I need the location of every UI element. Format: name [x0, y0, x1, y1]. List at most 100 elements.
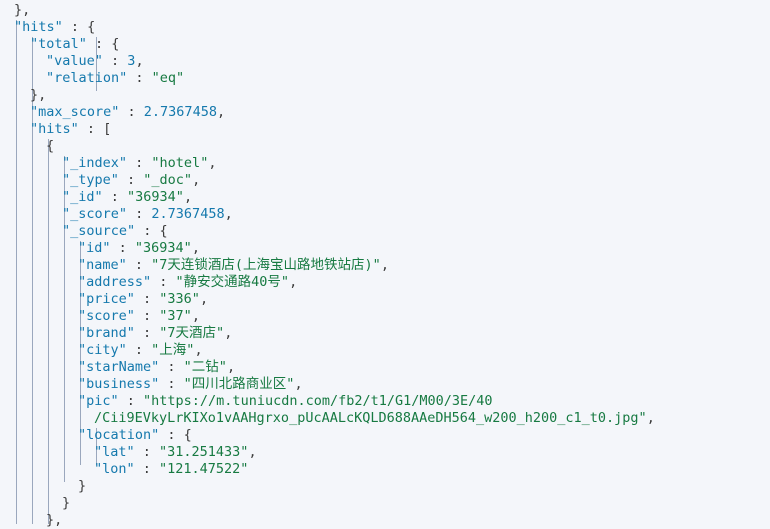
json-punctuation: : { [135, 223, 168, 239]
json-line: "location" : { [0, 427, 770, 444]
json-line: }, [0, 2, 770, 19]
json-line: "score" : "37", [0, 308, 770, 325]
json-punctuation: : [102, 189, 128, 205]
json-line: }, [0, 512, 770, 529]
json-punctuation: : { [159, 427, 192, 443]
json-punctuation: : [127, 206, 152, 222]
json-punctuation: : [134, 308, 160, 324]
json-line: "brand" : "7天酒店", [0, 325, 770, 342]
json-punctuation: , [194, 342, 203, 358]
json-punctuation: , [191, 308, 200, 324]
json-string-value: "二钻" [183, 359, 227, 375]
json-key: "brand" [78, 325, 135, 341]
json-key: "_type" [62, 172, 119, 188]
json-string-value: "hotel" [151, 155, 209, 171]
json-line: "hits" : [ [0, 121, 770, 138]
json-line: "pic" : "https://m.tuniucdn.com/fb2/t1/G… [0, 393, 770, 410]
json-punctuation: , [183, 189, 193, 205]
json-punctuation: : { [62, 19, 96, 35]
json-line: "_index" : "hotel", [0, 155, 770, 172]
json-punctuation: , [191, 240, 200, 256]
json-key: "_score" [62, 206, 128, 222]
json-string-value: "31.251433" [159, 444, 249, 460]
json-punctuation: , [208, 155, 217, 171]
json-key: "_index" [62, 155, 128, 171]
json-punctuation: } [78, 478, 87, 494]
json-line: "lon" : "121.47522" [0, 461, 770, 478]
json-punctuation: : [126, 257, 152, 273]
json-line: "value" : 3, [0, 53, 770, 70]
json-punctuation: : [119, 104, 144, 120]
json-key: "city" [78, 342, 127, 358]
json-string-value: "336" [159, 291, 200, 307]
json-punctuation: : [118, 393, 144, 409]
json-key: "hits" [30, 121, 79, 137]
json-string-value: "静安交通路40号" [175, 274, 290, 290]
json-line: { [0, 138, 770, 155]
json-string-value: "36934" [127, 189, 184, 205]
json-line: /Cii9EVkyLrKIXo1vAAHgrxo_pUcAALcKQLD688A… [0, 410, 770, 427]
json-key: "id" [78, 240, 111, 256]
json-string-value: "_doc" [143, 172, 193, 188]
json-punctuation: : [134, 291, 160, 307]
json-punctuation: : [127, 70, 152, 86]
json-punctuation: , [248, 444, 257, 460]
json-punctuation: : { [86, 36, 120, 52]
json-punctuation: }, [46, 512, 63, 528]
json-key: "lon" [94, 461, 135, 477]
json-line: "_id" : "36934", [0, 189, 770, 206]
json-number-value: 2.7367458 [151, 206, 225, 222]
json-string-value: "121.47522" [159, 461, 249, 477]
json-punctuation: , [199, 291, 209, 307]
json-punctuation: , [646, 410, 655, 426]
json-key: "max_score" [30, 104, 120, 120]
json-key: "total" [30, 36, 87, 52]
json-string-value: "上海" [151, 342, 195, 358]
json-line: }, [0, 87, 770, 104]
json-punctuation: : [159, 376, 184, 392]
json-line: "price" : "336", [0, 291, 770, 308]
json-punctuation: , [224, 206, 233, 222]
json-punctuation: : [151, 274, 176, 290]
json-line: "business" : "四川北路商业区", [0, 376, 770, 393]
json-string-value: "36934" [134, 240, 192, 256]
json-line: "starName" : "二钻", [0, 359, 770, 376]
json-string-value: "7天连锁酒店(上海宝山路地铁站店)" [151, 257, 381, 273]
json-punctuation: , [224, 325, 233, 341]
json-line: "_score" : 2.7367458, [0, 206, 770, 223]
json-key: "address" [78, 274, 152, 290]
json-line: "name" : "7天连锁酒店(上海宝山路地铁站店)", [0, 257, 770, 274]
json-key: "score" [78, 308, 135, 324]
json-key: "lat" [94, 444, 135, 460]
json-string-value: "https://m.tuniucdn.com/fb2/t1/G1/M00/3E… [143, 393, 493, 409]
json-punctuation: : [159, 359, 184, 375]
json-punctuation: : [110, 240, 135, 256]
json-punctuation: : [126, 342, 152, 358]
json-line: "_source" : { [0, 223, 770, 240]
json-punctuation: : [134, 461, 160, 477]
json-punctuation: , [380, 257, 389, 273]
json-key: "relation" [46, 70, 128, 86]
json-number-value: 2.7367458 [143, 104, 217, 120]
json-key: "value" [46, 53, 103, 69]
json-punctuation: : [134, 444, 160, 460]
json-punctuation: : [134, 325, 160, 341]
json-punctuation: : [102, 53, 128, 69]
json-punctuation: : [118, 172, 144, 188]
json-punctuation: : [127, 155, 152, 171]
json-key: "business" [78, 376, 160, 392]
json-punctuation: { [46, 138, 55, 154]
json-string-value: "eq" [151, 70, 185, 86]
json-string-value: /Cii9EVkyLrKIXo1vAAHgrxo_pUcAALcKQLD688A… [94, 410, 647, 426]
json-line: "_type" : "_doc", [0, 172, 770, 189]
json-line: } [0, 495, 770, 512]
json-code-block[interactable]: }, "hits" : {"total" : {"value" : 3, "rela… [0, 2, 770, 529]
json-key: "_id" [62, 189, 103, 205]
json-punctuation: , [226, 359, 236, 375]
json-line: "id" : "36934", [0, 240, 770, 257]
json-line: "lat" : "31.251433", [0, 444, 770, 461]
json-punctuation: : [ [78, 121, 112, 137]
json-key: "name" [78, 257, 127, 273]
json-punctuation: }, [30, 87, 47, 103]
json-response-viewer[interactable]: }, "hits" : {"total" : {"value" : 3, "rela… [0, 0, 770, 528]
